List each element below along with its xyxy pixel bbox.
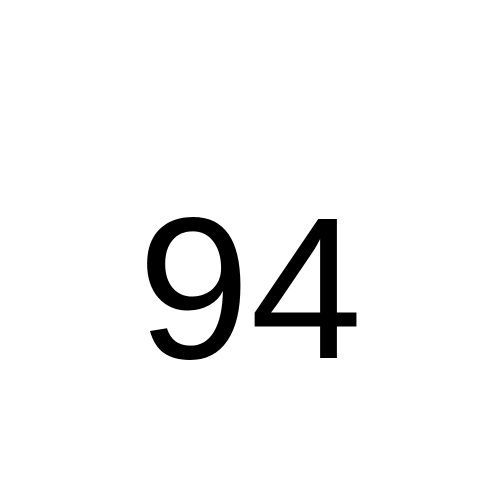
canvas: 94: [0, 0, 500, 500]
number-display: 94: [137, 175, 363, 401]
